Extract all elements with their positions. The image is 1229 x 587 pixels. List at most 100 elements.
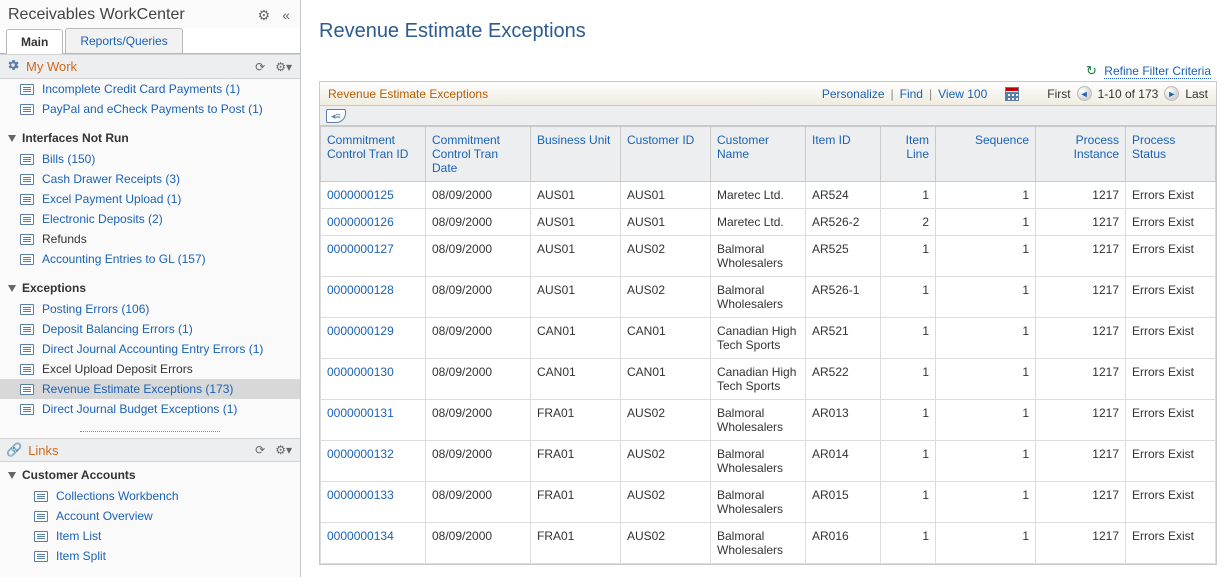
nav-item-label[interactable]: Cash Drawer Receipts (3) bbox=[42, 172, 180, 186]
nav-item[interactable]: Electronic Deposits (2) bbox=[0, 209, 300, 229]
nav-item-label[interactable]: Refunds bbox=[42, 232, 87, 246]
cell-line: 2 bbox=[881, 209, 936, 236]
nav-item[interactable]: Collections Workbench bbox=[0, 486, 300, 506]
cell-itemid: AR524 bbox=[806, 182, 881, 209]
panel-header: Revenue Estimate Exceptions Personalize … bbox=[320, 82, 1216, 106]
cell-tranid[interactable]: 0000000131 bbox=[321, 400, 426, 441]
mywork-group2-list: Bills (150) Cash Drawer Receipts (3) Excel… bbox=[0, 149, 300, 275]
col-pinst[interactable]: Process Instance bbox=[1036, 127, 1126, 182]
nav-item[interactable]: Incomplete Credit Card Payments (1) bbox=[0, 79, 300, 99]
cell-custid: AUS02 bbox=[621, 236, 711, 277]
nav-item[interactable]: Revenue Estimate Exceptions (173) bbox=[0, 379, 300, 399]
col-bu[interactable]: Business Unit bbox=[531, 127, 621, 182]
doc-icon bbox=[20, 364, 34, 375]
nav-item-label[interactable]: Posting Errors (106) bbox=[42, 302, 149, 316]
nav-item[interactable]: Posting Errors (106) bbox=[0, 299, 300, 319]
refresh-icon[interactable]: ⟳ bbox=[255, 60, 265, 74]
group-customer-accounts-title: Customer Accounts bbox=[22, 468, 136, 482]
cell-bu: FRA01 bbox=[531, 441, 621, 482]
view-all-link[interactable]: View 100 bbox=[938, 87, 987, 101]
cell-tranid[interactable]: 0000000127 bbox=[321, 236, 426, 277]
nav-item-label[interactable]: Account Overview bbox=[56, 509, 153, 523]
nav-item-label[interactable]: Incomplete Credit Card Payments (1) bbox=[42, 82, 240, 96]
table-row: 000000012708/09/2000AUS01AUS02Balmoral W… bbox=[321, 236, 1216, 277]
nav-item[interactable]: Direct Journal Budget Exceptions (1) bbox=[0, 399, 300, 419]
col-pstat[interactable]: Process Status bbox=[1126, 127, 1216, 182]
section-gear-dropdown-icon[interactable]: ⚙▾ bbox=[275, 60, 292, 74]
personalize-link[interactable]: Personalize bbox=[822, 87, 885, 101]
cell-tranid[interactable]: 0000000133 bbox=[321, 482, 426, 523]
tab-main[interactable]: Main bbox=[6, 29, 63, 54]
cell-tranid[interactable]: 0000000129 bbox=[321, 318, 426, 359]
nav-item-label[interactable]: Revenue Estimate Exceptions (173) bbox=[42, 382, 233, 396]
col-itemline[interactable]: Item Line bbox=[881, 127, 936, 182]
doc-icon bbox=[20, 324, 34, 335]
section-gear-dropdown-icon[interactable]: ⚙▾ bbox=[275, 443, 292, 457]
nav-item-label[interactable]: Bills (150) bbox=[42, 152, 95, 166]
col-sequence[interactable]: Sequence bbox=[936, 127, 1036, 182]
nav-item-label[interactable]: Item Split bbox=[56, 549, 106, 563]
nav-item[interactable]: Item List bbox=[0, 526, 300, 546]
cell-line: 1 bbox=[881, 236, 936, 277]
spreadsheet-icon[interactable] bbox=[1005, 87, 1019, 101]
nav-item[interactable]: Bills (150) bbox=[0, 149, 300, 169]
nav-item[interactable]: Excel Payment Upload (1) bbox=[0, 189, 300, 209]
cell-custname: Balmoral Wholesalers bbox=[711, 236, 806, 277]
group-exceptions[interactable]: Exceptions bbox=[0, 275, 300, 299]
grid-collapse-icon[interactable]: ◂≡ bbox=[326, 109, 346, 123]
find-link[interactable]: Find bbox=[900, 87, 923, 101]
refine-filter-criteria-link[interactable]: Refine Filter Criteria bbox=[1104, 64, 1211, 79]
cell-tranid[interactable]: 0000000130 bbox=[321, 359, 426, 400]
refresh-criteria-icon[interactable]: ↻ bbox=[1086, 63, 1097, 79]
group-interfaces-not-run-title: Interfaces Not Run bbox=[22, 131, 129, 145]
nav-item[interactable]: Refunds bbox=[0, 229, 300, 249]
nav-item-label[interactable]: Excel Upload Deposit Errors bbox=[42, 362, 193, 376]
cell-custid: CAN01 bbox=[621, 359, 711, 400]
pager-last-link[interactable]: Last bbox=[1185, 87, 1208, 101]
chevron-down-icon bbox=[8, 472, 16, 479]
nav-item[interactable]: Direct Journal Accounting Entry Errors (… bbox=[0, 339, 300, 359]
cell-tranid[interactable]: 0000000126 bbox=[321, 209, 426, 236]
tab-reports-queries[interactable]: Reports/Queries bbox=[65, 28, 182, 53]
col-itemid[interactable]: Item ID bbox=[806, 127, 881, 182]
cell-pstat: Errors Exist bbox=[1126, 441, 1216, 482]
cell-tranid[interactable]: 0000000134 bbox=[321, 523, 426, 564]
nav-item[interactable]: Deposit Balancing Errors (1) bbox=[0, 319, 300, 339]
nav-item-label[interactable]: PayPal and eCheck Payments to Post (1) bbox=[42, 102, 263, 116]
col-trandate[interactable]: Commitment Control Tran Date bbox=[426, 127, 531, 182]
cell-tranid[interactable]: 0000000125 bbox=[321, 182, 426, 209]
pager-prev-icon[interactable]: ◄ bbox=[1077, 86, 1092, 101]
nav-item-label[interactable]: Collections Workbench bbox=[56, 489, 179, 503]
collapse-sidebar-icon[interactable]: « bbox=[282, 7, 290, 24]
nav-item-label[interactable]: Item List bbox=[56, 529, 101, 543]
group-interfaces-not-run[interactable]: Interfaces Not Run bbox=[0, 125, 300, 149]
nav-item-label[interactable]: Deposit Balancing Errors (1) bbox=[42, 322, 193, 336]
cell-tranid[interactable]: 0000000128 bbox=[321, 277, 426, 318]
cell-itemid: AR526-1 bbox=[806, 277, 881, 318]
col-custid[interactable]: Customer ID bbox=[621, 127, 711, 182]
nav-item[interactable]: Accounting Entries to GL (157) bbox=[0, 249, 300, 269]
cell-pinst: 1217 bbox=[1036, 277, 1126, 318]
nav-item-label[interactable]: Electronic Deposits (2) bbox=[42, 212, 163, 226]
pager-next-icon[interactable]: ► bbox=[1164, 86, 1179, 101]
section-links-header: 🔗 Links ⟳ ⚙▾ bbox=[0, 438, 300, 462]
nav-item[interactable]: Account Overview bbox=[0, 506, 300, 526]
nav-item[interactable]: PayPal and eCheck Payments to Post (1) bbox=[0, 99, 300, 119]
cell-trandate: 08/09/2000 bbox=[426, 182, 531, 209]
col-custname[interactable]: Customer Name bbox=[711, 127, 806, 182]
nav-item-label[interactable]: Direct Journal Accounting Entry Errors (… bbox=[42, 342, 263, 356]
group-customer-accounts[interactable]: Customer Accounts bbox=[0, 462, 300, 486]
settings-gear-icon[interactable]: ⚙ bbox=[258, 7, 271, 24]
cell-seq: 1 bbox=[936, 277, 1036, 318]
nav-item-label[interactable]: Direct Journal Budget Exceptions (1) bbox=[42, 402, 237, 416]
nav-item-label[interactable]: Excel Payment Upload (1) bbox=[42, 192, 181, 206]
cell-custname: Balmoral Wholesalers bbox=[711, 400, 806, 441]
nav-item[interactable]: Cash Drawer Receipts (3) bbox=[0, 169, 300, 189]
nav-item[interactable]: Item Split bbox=[0, 546, 300, 566]
nav-item-label[interactable]: Accounting Entries to GL (157) bbox=[42, 252, 206, 266]
pager-first-link[interactable]: First bbox=[1047, 87, 1070, 101]
refresh-icon[interactable]: ⟳ bbox=[255, 443, 265, 457]
cell-tranid[interactable]: 0000000132 bbox=[321, 441, 426, 482]
nav-item[interactable]: Excel Upload Deposit Errors bbox=[0, 359, 300, 379]
col-tranid[interactable]: Commitment Control Tran ID bbox=[321, 127, 426, 182]
